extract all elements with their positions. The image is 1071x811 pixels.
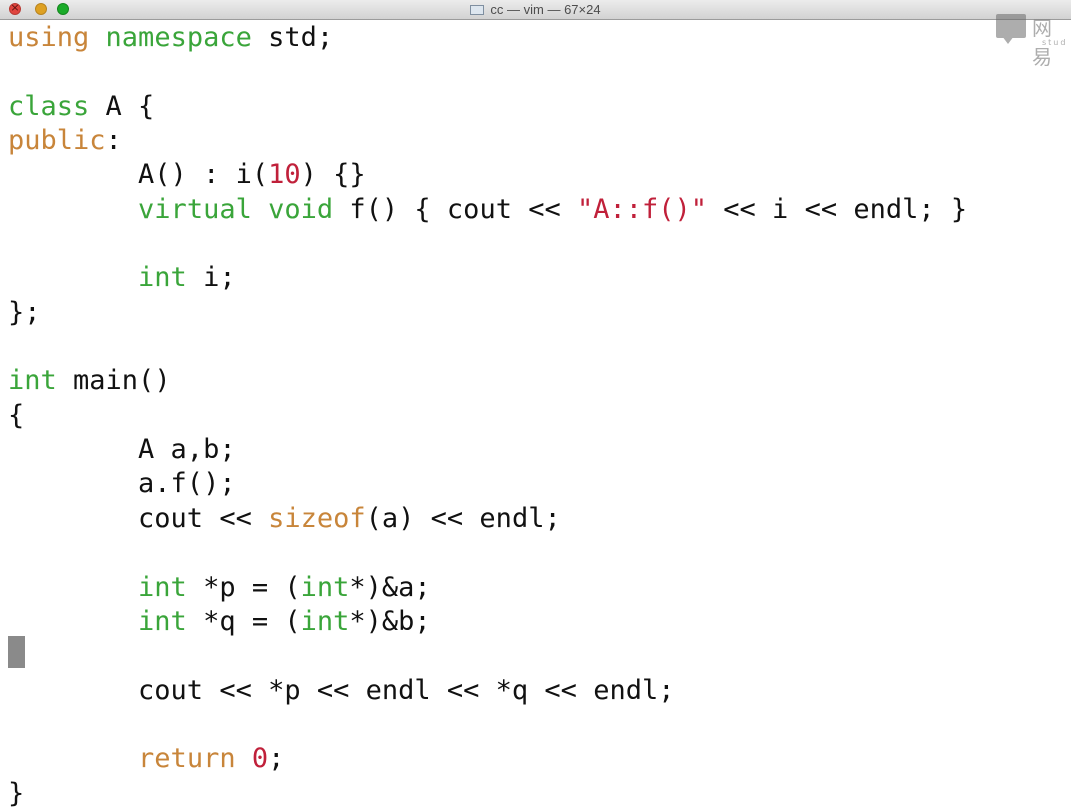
code-token: }; bbox=[8, 296, 41, 328]
code-token: cout << bbox=[8, 502, 269, 534]
code-line: return 0; bbox=[8, 742, 1068, 776]
code-token: i; bbox=[186, 262, 236, 294]
code-token: A { bbox=[89, 90, 155, 122]
code-token: cout << *p << endl << *q << endl; bbox=[8, 674, 675, 706]
code-token: class bbox=[8, 90, 90, 122]
window-title: cc — vim — 67×24 bbox=[490, 2, 601, 17]
text-cursor bbox=[8, 636, 25, 668]
code-token: int bbox=[138, 605, 187, 637]
window-titlebar[interactable]: cc — vim — 67×24 bbox=[0, 0, 1071, 20]
code-token: << i << endl; } bbox=[707, 193, 968, 225]
code-line: A() : i(10) {} bbox=[8, 158, 1068, 192]
code-token: (a) << endl; bbox=[365, 502, 561, 534]
code-line: virtual void f() { cout << "A::f()" << i… bbox=[8, 193, 1068, 227]
code-token: sizeof bbox=[268, 502, 366, 534]
code-token: main() bbox=[56, 365, 171, 397]
code-line: a.f(); bbox=[8, 467, 1068, 501]
code-line: A a,b; bbox=[8, 433, 1068, 467]
code-token: using bbox=[8, 22, 90, 53]
code-line: using namespace std; bbox=[8, 21, 1068, 55]
terminal-document-icon bbox=[470, 4, 485, 15]
code-token: virtual bbox=[138, 193, 252, 225]
code-token: void bbox=[268, 193, 334, 225]
code-token: *)&b; bbox=[349, 605, 431, 637]
code-line: }; bbox=[8, 296, 1068, 330]
code-token: int bbox=[300, 605, 350, 637]
code-token: int bbox=[138, 262, 187, 294]
code-token: ) {} bbox=[300, 159, 366, 191]
code-line: class A { bbox=[8, 90, 1068, 124]
code-line: } bbox=[8, 777, 1068, 811]
code-line: int main() bbox=[8, 364, 1068, 398]
code-token: int bbox=[138, 571, 187, 603]
code-token: return bbox=[138, 743, 236, 775]
code-token: *p = ( bbox=[186, 571, 301, 603]
code-token: } bbox=[8, 777, 25, 809]
code-token: std; bbox=[251, 22, 334, 53]
code-line: cout << *p << endl << *q << endl; bbox=[8, 674, 1068, 708]
code-line: { bbox=[8, 399, 1068, 433]
code-token: "A::f()" bbox=[576, 193, 708, 225]
code-token: A a,b; bbox=[8, 434, 236, 466]
code-token: int bbox=[8, 365, 57, 397]
vim-editor-buffer[interactable]: using namespace std; class A {public: A()… bbox=[8, 21, 1068, 811]
window-title-area: cc — vim — 67×24 bbox=[0, 0, 1071, 19]
code-token: 0 bbox=[251, 743, 269, 775]
code-token: *)&a; bbox=[349, 571, 431, 603]
code-token: *q = ( bbox=[186, 605, 301, 637]
code-token: f() { cout << bbox=[333, 193, 577, 225]
code-token: a.f(); bbox=[8, 468, 236, 500]
code-token: A() : i( bbox=[8, 159, 269, 191]
code-line: int *q = (int*)&b; bbox=[8, 605, 1068, 639]
code-line: int *p = (int*)&a; bbox=[8, 571, 1068, 605]
code-token: namespace bbox=[105, 22, 252, 53]
code-line: public: bbox=[8, 124, 1068, 158]
code-line: int i; bbox=[8, 261, 1068, 295]
code-token: public bbox=[8, 125, 106, 157]
code-token: int bbox=[300, 571, 350, 603]
code-token: { bbox=[8, 399, 25, 431]
code-token: ; bbox=[268, 743, 285, 775]
code-line: cout << sizeof(a) << endl; bbox=[8, 502, 1068, 536]
code-token: 10 bbox=[268, 159, 301, 191]
code-token: : bbox=[105, 125, 122, 157]
